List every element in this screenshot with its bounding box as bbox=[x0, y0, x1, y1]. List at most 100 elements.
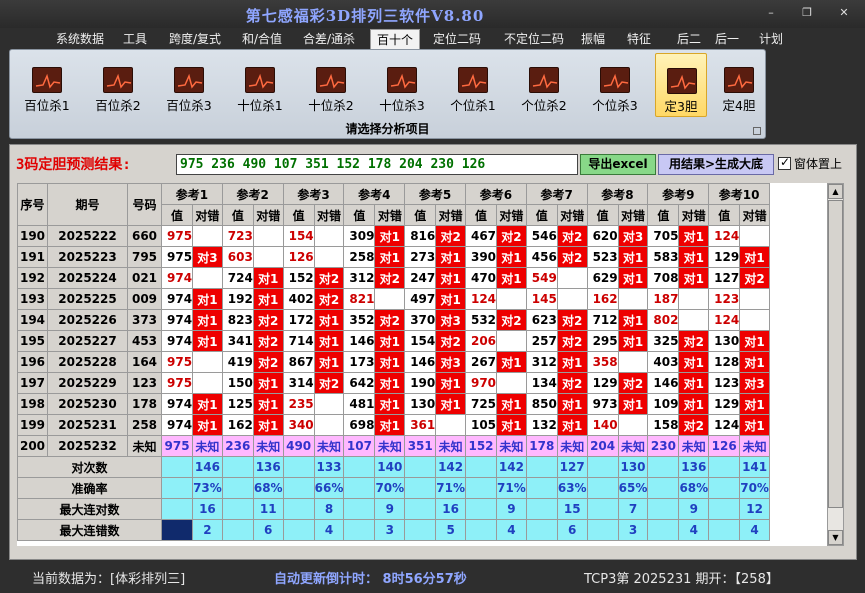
ref-value: 130 bbox=[404, 393, 437, 415]
ref-result bbox=[192, 225, 223, 247]
minimize-icon[interactable]: – bbox=[763, 5, 779, 21]
table-row[interactable]: 195 2025227 453 974 对1 341 对2 714 对1 146 对1 154 对2 20… bbox=[17, 330, 816, 352]
menu-item[interactable]: 工具 bbox=[118, 29, 152, 49]
subhead-result: 对错 bbox=[374, 204, 406, 226]
menu-item[interactable]: 定位二码 bbox=[427, 29, 487, 49]
table-row[interactable]: 191 2025223 795 975 对3 603 126 258 对1 273 对1 390 对1 4… bbox=[17, 246, 816, 268]
stats-spacer bbox=[708, 519, 741, 541]
table-row[interactable]: 193 2025225 009 974 对1 192 对1 402 对2 821 497 对1 124 1… bbox=[17, 288, 816, 310]
ref-value: 126 bbox=[282, 246, 315, 268]
ribbon-button[interactable]: 十位杀3 bbox=[371, 53, 433, 117]
ref-value: 470 bbox=[464, 267, 498, 289]
ribbon-button[interactable]: 十位杀2 bbox=[300, 53, 362, 117]
ribbon-expand-icon[interactable] bbox=[753, 127, 761, 135]
restore-icon[interactable]: ❐ bbox=[799, 5, 815, 21]
row-number: 373 bbox=[127, 309, 162, 331]
ref-value: 583 bbox=[647, 246, 680, 268]
table-row[interactable]: 197 2025229 123 975 150 对1 314 对2 642 对1 190 对1 970 1… bbox=[17, 372, 816, 394]
checkbox-icon[interactable] bbox=[778, 155, 791, 170]
menu-item[interactable]: 和/合值 bbox=[236, 29, 288, 49]
table-row[interactable]: 199 2025231 258 974 对1 162 对1 340 698 对1 361 105 对1 1… bbox=[17, 414, 816, 436]
pending-row[interactable]: 200 2025232 未知 975 未知 236 未知 490 未知 107 未知 351 未知 152… bbox=[17, 435, 816, 457]
grid-filler bbox=[769, 456, 816, 478]
result-field[interactable]: 975 236 490 107 351 152 178 204 230 126 bbox=[176, 154, 578, 175]
ribbon-button[interactable]: 百位杀3 bbox=[158, 53, 220, 117]
ribbon-button[interactable]: 百位杀2 bbox=[87, 53, 149, 117]
ribbon-button[interactable]: 个位杀1 bbox=[442, 53, 504, 117]
table-row[interactable]: 192 2025224 021 974 724 对1 152 对2 312 对2 247 对1 470 对… bbox=[17, 267, 816, 289]
table-row[interactable]: 196 2025228 164 975 419 对2 867 对1 173 对1 146 对3 267 对… bbox=[17, 351, 816, 373]
ref-value: 236 bbox=[221, 435, 254, 457]
close-icon[interactable]: ✕ bbox=[836, 5, 852, 21]
menu-item[interactable]: 计划 bbox=[753, 29, 789, 49]
stats-spacer bbox=[160, 456, 194, 478]
menu-item[interactable]: 跨度/复式 bbox=[162, 29, 228, 49]
ref-result bbox=[313, 414, 345, 436]
menu-item[interactable]: 百十个 bbox=[370, 29, 420, 49]
ribbon-button-label: 十位杀1 bbox=[237, 98, 283, 113]
chart-line-icon bbox=[667, 68, 697, 94]
ref-result: 对1 bbox=[739, 393, 770, 415]
ref-value: 340 bbox=[282, 414, 315, 436]
scroll-up-icon[interactable]: ▲ bbox=[828, 184, 843, 199]
table-row[interactable]: 198 2025230 178 974 对1 125 对1 235 481 对1 130 对1 725 对… bbox=[17, 393, 816, 415]
ref-value: 258 bbox=[343, 246, 376, 268]
ribbon-button-label: 百位杀3 bbox=[166, 98, 212, 113]
ribbon-button[interactable]: 定3胆 bbox=[655, 53, 707, 117]
generate-base-button[interactable]: 用结果>生成大底 bbox=[658, 154, 774, 175]
window-ontop-checkbox[interactable]: 窗体置上 bbox=[778, 155, 842, 172]
ref-value: 158 bbox=[647, 414, 680, 436]
menu-item[interactable]: 合差/通杀 bbox=[297, 29, 361, 49]
ribbon-button[interactable]: 定4胆 bbox=[713, 53, 765, 117]
scroll-thumb[interactable] bbox=[828, 200, 843, 508]
export-excel-button[interactable]: 导出excel bbox=[580, 154, 656, 175]
ref-value: 698 bbox=[343, 414, 376, 436]
ref-value: 314 bbox=[282, 372, 315, 394]
ref-value: 402 bbox=[282, 288, 315, 310]
ref-value: 970 bbox=[464, 372, 498, 394]
ref-value: 312 bbox=[525, 351, 558, 373]
table-row[interactable]: 190 2025222 660 975 723 154 309 对1 816 对2 467 对2 546… bbox=[17, 225, 816, 247]
stats-spacer bbox=[160, 498, 194, 520]
ribbon-button[interactable]: 个位杀3 bbox=[584, 53, 646, 117]
vertical-scrollbar[interactable]: ▲ ▼ bbox=[827, 183, 844, 546]
ref-result: 对1 bbox=[617, 393, 649, 415]
row-number: 021 bbox=[127, 267, 162, 289]
col-ref: 参考1 bbox=[161, 183, 223, 205]
menu-item[interactable]: 后二 bbox=[672, 29, 706, 49]
ref-result: 未知 bbox=[739, 435, 770, 457]
ref-value: 273 bbox=[404, 246, 437, 268]
stats-value: 141 bbox=[739, 456, 770, 478]
ribbon-button[interactable]: 百位杀1 bbox=[16, 53, 78, 117]
col-ref: 参考2 bbox=[221, 183, 284, 205]
table-row[interactable]: 194 2025226 373 974 对1 823 对2 172 对1 352 对2 370 对3 53… bbox=[17, 309, 816, 331]
menu-item[interactable]: 后一 bbox=[710, 29, 744, 49]
ref-result: 对1 bbox=[678, 225, 710, 247]
menu-item[interactable]: 不定位二码 bbox=[498, 29, 570, 49]
row-period: 2025226 bbox=[47, 309, 128, 331]
stats-value: 71% bbox=[496, 477, 527, 499]
ref-result bbox=[192, 351, 223, 373]
ribbon-button[interactable]: 个位杀2 bbox=[513, 53, 575, 117]
subhead-value: 值 bbox=[221, 204, 254, 226]
ribbon-button-label: 个位杀1 bbox=[450, 98, 496, 113]
menu-item[interactable]: 特征 bbox=[621, 29, 657, 49]
grid-filler bbox=[769, 372, 816, 394]
ribbon-button[interactable]: 十位杀1 bbox=[229, 53, 291, 117]
ref-result bbox=[252, 225, 284, 247]
scroll-down-icon[interactable]: ▼ bbox=[828, 530, 843, 545]
ref-result: 对1 bbox=[374, 372, 406, 394]
stats-spacer bbox=[221, 456, 254, 478]
grid-filler bbox=[769, 519, 816, 541]
stats-row: 最大连错数 2 6 4 3 5 4 6 3 4 4 bbox=[17, 519, 816, 541]
menu-item[interactable]: 系统数据 bbox=[48, 29, 112, 49]
stats-value: 142 bbox=[496, 456, 527, 478]
ref-value: 206 bbox=[464, 330, 498, 352]
ref-result: 对1 bbox=[617, 246, 649, 268]
ref-result: 未知 bbox=[556, 435, 588, 457]
stats-value: 63% bbox=[556, 477, 588, 499]
stats-spacer bbox=[343, 456, 376, 478]
chart-line-icon bbox=[32, 67, 62, 93]
stats-value: 16 bbox=[192, 498, 223, 520]
menu-item[interactable]: 振幅 bbox=[576, 29, 610, 49]
